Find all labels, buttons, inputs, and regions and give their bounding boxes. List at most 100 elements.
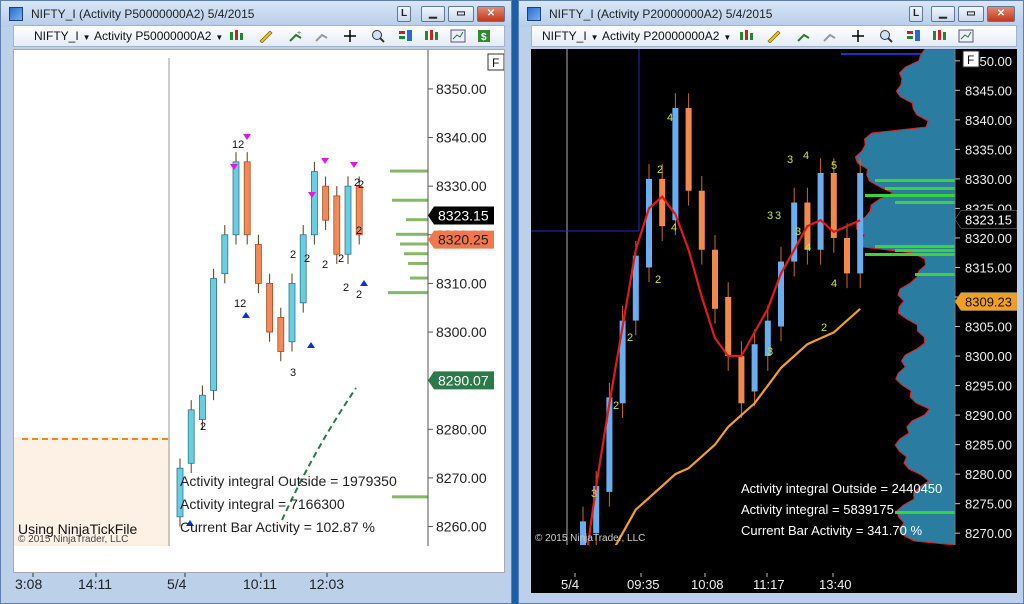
candle-body (698, 190, 705, 250)
instrument-dropdown[interactable]: NIFTY_I ▼ (542, 29, 599, 43)
time-tick-label: 12:03 (309, 576, 344, 592)
price-tick-label: 8305.00 (965, 320, 1012, 335)
crosshair-icon[interactable] (850, 29, 866, 43)
price-chart-panel[interactable]: 8350.008340.008330.008320.008310.008300.… (13, 49, 505, 573)
candle-body (344, 185, 352, 255)
chart-trader-icon[interactable] (424, 29, 440, 43)
candle-body (646, 178, 652, 268)
bar-label: 2 (356, 289, 362, 301)
strategy-icon[interactable] (822, 29, 838, 43)
data-box-icon[interactable] (450, 29, 466, 43)
instrument-dropdown[interactable]: NIFTY_I ▼ (34, 29, 91, 43)
minimize-button[interactable]: ▁ (931, 6, 955, 22)
instrument-label: NIFTY_I (542, 29, 587, 43)
bar-label: 2 (655, 274, 661, 286)
period-dropdown[interactable]: Activity P20000000A2 ▼ (602, 29, 731, 43)
candle-body (712, 249, 718, 309)
volume-profile-bar (390, 169, 428, 173)
price-chart[interactable]: 8350.008340.008330.008320.008310.008300.… (14, 50, 505, 546)
minimize-button[interactable]: ▁ (421, 6, 445, 22)
activity-outside-text: Activity integral Outside = 1979350 (180, 473, 397, 489)
candle-body (725, 297, 732, 357)
bar-label: 4 (671, 222, 677, 234)
chart-window-right: NIFTY_I (Activity P20000000A2) 5/4/2015 … (518, 0, 1024, 604)
bar-label: 4 (805, 242, 811, 254)
order-entry-icon[interactable] (906, 29, 922, 43)
bar-label: 2 (290, 249, 296, 261)
candle-body (685, 108, 692, 191)
candle-body (266, 283, 274, 333)
price-tick-label: 8275.00 (965, 497, 1012, 512)
price-marker-label: 8323.15 (965, 212, 1012, 227)
volume-profile-bar (400, 242, 428, 246)
time-axis: 5/4 09:35 10:08 11:17 13:40 (531, 573, 1017, 593)
current-bar-activity-text: Current Bar Activity = 102.87 % (180, 519, 375, 535)
candle-body (672, 108, 679, 221)
title-bar[interactable]: NIFTY_I (Activity P50000000A2) 5/4/2015 … (1, 1, 511, 27)
crosshair-icon[interactable] (342, 29, 358, 43)
bar-label: 3 (787, 154, 793, 166)
title-bar[interactable]: NIFTY_I (Activity P20000000A2) 5/4/2015 … (519, 1, 1023, 27)
add-indicator-icon[interactable]: + (288, 29, 304, 43)
drawing-tool-icon[interactable] (766, 29, 782, 43)
f-button-label: F (492, 56, 499, 70)
order-entry-icon[interactable] (398, 29, 414, 43)
bar-label: 3 (591, 488, 597, 500)
link-button[interactable]: L (909, 6, 923, 22)
volume-node-bar (865, 253, 955, 256)
activity-integral-text: Activity integral = 5839175 (741, 502, 894, 517)
chart-trader-icon[interactable] (932, 29, 948, 43)
data-box-icon[interactable] (958, 29, 974, 43)
strategy-icon[interactable] (314, 29, 330, 43)
candle-body (198, 394, 206, 420)
bar-label: 4 (803, 150, 809, 162)
candle-body (738, 356, 745, 404)
time-tick-label: 5/4 (561, 577, 579, 592)
bar-label: 2 (343, 282, 349, 294)
bar-style-icon[interactable] (228, 29, 244, 43)
maximize-button[interactable]: ▭ (958, 6, 984, 22)
dollar-icon[interactable]: $ (476, 29, 492, 43)
sell-arrow-icon (321, 158, 329, 164)
current-bar-activity-text: Current Bar Activity = 341.70 % (741, 523, 922, 538)
chart-toolbar: NIFTY_I ▼ Activity P20000000A2 ▼ (531, 25, 1017, 47)
close-button[interactable]: ✕ (477, 6, 505, 22)
buy-arrow-icon (242, 312, 250, 318)
price-tick-label: 8340.00 (436, 130, 487, 146)
volume-node-bar (875, 245, 955, 248)
period-dropdown[interactable]: Activity P50000000A2 ▼ (94, 29, 223, 43)
price-tick-label: 8330.00 (436, 178, 487, 194)
time-tick-label: 10:11 (243, 576, 277, 592)
maximize-button[interactable]: ▭ (448, 6, 474, 22)
chevron-down-icon: ▼ (723, 33, 732, 42)
chevron-down-icon: ▼ (215, 33, 224, 42)
volume-profile-bar (406, 218, 428, 222)
bar-label: 2 (304, 253, 310, 265)
add-indicator-icon[interactable] (796, 29, 812, 43)
copyright-text: © 2015 NinjaTrader, LLC (535, 533, 645, 544)
link-button[interactable]: L (397, 6, 411, 22)
price-tick-label: 8295.00 (965, 379, 1012, 394)
close-button[interactable]: ✕ (987, 6, 1015, 22)
buy-arrow-icon (360, 280, 368, 286)
zoom-icon[interactable] (370, 29, 386, 43)
time-tick-label: 09:35 (627, 577, 660, 592)
bar-label: 2 (821, 322, 827, 334)
price-chart-panel[interactable]: 8350.00 8345.00 8340.00 8335.00 8330.00 8325.… (531, 49, 1017, 573)
bar-label: 3 (795, 226, 801, 238)
price-tick-label: 8280.00 (436, 421, 487, 437)
bar-style-icon[interactable] (738, 29, 754, 43)
candle-body (221, 234, 229, 275)
price-tick-label: 8320.00 (965, 231, 1012, 246)
time-tick-label: 10:08 (691, 577, 724, 592)
bar-label: 4 (667, 112, 673, 124)
bar-label: 3 (767, 346, 773, 358)
drawing-tool-icon[interactable] (258, 29, 274, 43)
candle-body (243, 161, 251, 236)
candle-body (277, 317, 285, 352)
chevron-down-icon: ▼ (82, 33, 91, 42)
zoom-icon[interactable] (878, 29, 894, 43)
price-chart[interactable]: 8350.008345.008340.008335.008330.008325.… (531, 49, 1017, 545)
candle-body (210, 278, 218, 391)
time-tick-label: 5/4 (167, 576, 187, 592)
